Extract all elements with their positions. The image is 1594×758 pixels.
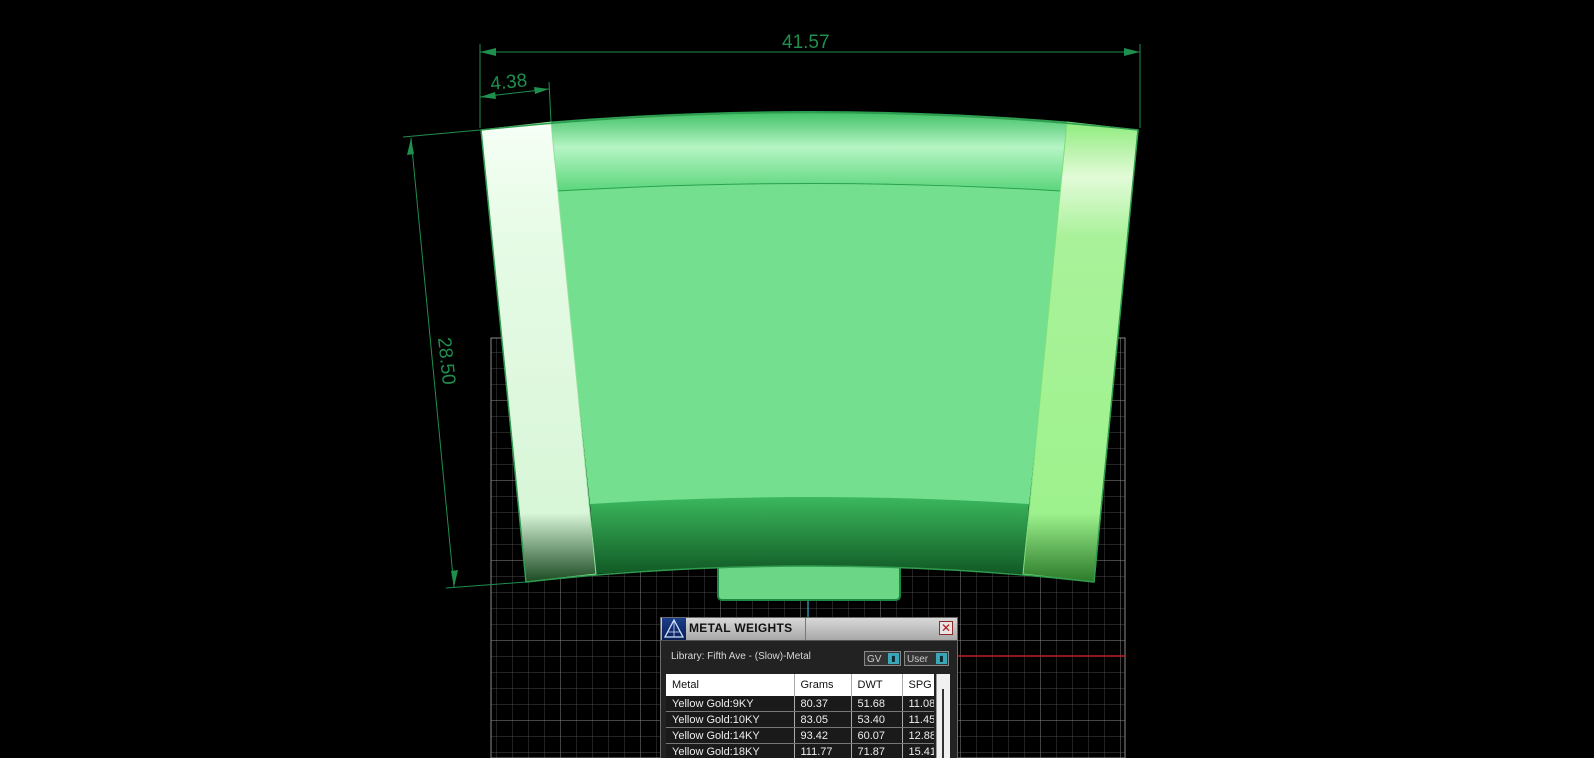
table-row[interactable]: Yellow Gold:9KY 80.37 51.68 11.08 [666,696,934,712]
height-dimension-label: 28.50 [433,336,459,385]
column-header-spg[interactable]: SPG [902,674,934,696]
scrollbar-thumb[interactable] [942,689,944,758]
close-icon[interactable]: ✕ [939,621,953,635]
table-row[interactable]: Yellow Gold:14KY 93.42 60.07 12.88 [666,727,934,744]
dwt-cell: 51.68 [851,696,903,712]
table-row[interactable]: Yellow Gold:18KY 111.77 71.87 15.41 [666,743,934,758]
gv-dropdown[interactable]: GV ▮ [864,651,901,666]
titlebar-divider [805,618,806,640]
metal-cell: Yellow Gold:10KY [666,711,795,728]
side-dimension-label: 4.38 [489,70,528,95]
dropdown-arrow-icon: ▮ [936,653,947,664]
metal-cell: Yellow Gold:18KY [666,743,795,758]
dwt-cell: 60.07 [851,727,903,744]
grams-cell: 93.42 [794,727,852,744]
column-header-dwt[interactable]: DWT [851,674,903,696]
metal-cell: Yellow Gold:14KY [666,727,795,744]
pyramid-logo-icon [662,618,686,640]
gv-dropdown-value: GV [867,654,882,665]
spg-cell: 15.41 [902,743,934,758]
spg-cell: 11.45 [902,711,934,728]
ring-segment-model[interactable] [480,111,1139,583]
metal-weights-titlebar[interactable]: METAL WEIGHTS ✕ [661,618,957,641]
metal-cell: Yellow Gold:9KY [666,696,795,712]
grams-cell: 83.05 [794,711,852,728]
model-tab[interactable] [717,561,901,601]
bottom-band [590,497,1029,574]
user-dropdown-value: User [907,654,929,665]
side-dimension[interactable]: 4.38 [479,70,552,128]
column-header-grams[interactable]: Grams [794,674,852,696]
table-scrollbar[interactable] [936,674,950,758]
table-header-row: Metal Grams DWT SPG [666,674,934,696]
spg-cell: 12.88 [902,727,934,744]
metal-weights-title: METAL WEIGHTS [689,621,793,635]
center-face [557,182,1062,505]
metal-weights-table: Metal Grams DWT SPG Yellow Gold:9KY 80.3… [666,674,934,758]
column-header-metal[interactable]: Metal [666,674,795,696]
user-dropdown[interactable]: User ▮ [904,651,949,666]
spg-cell: 11.08 [902,696,934,712]
grams-cell: 80.37 [794,696,852,712]
table-row[interactable]: Yellow Gold:10KY 83.05 53.40 11.45 [666,711,934,728]
dwt-cell: 53.40 [851,711,903,728]
library-label: Library: Fifth Ave - (Slow)-Metal [671,651,811,662]
dwt-cell: 71.87 [851,743,903,758]
metal-weights-panel[interactable]: METAL WEIGHTS ✕ Library: Fifth Ave - (Sl… [660,617,958,758]
top-band [550,111,1068,192]
metal-weights-table-wrap: Metal Grams DWT SPG Yellow Gold:9KY 80.3… [666,674,934,758]
dropdown-arrow-icon: ▮ [888,653,899,664]
grams-cell: 111.77 [794,743,852,758]
width-dimension-label: 41.57 [782,32,830,53]
